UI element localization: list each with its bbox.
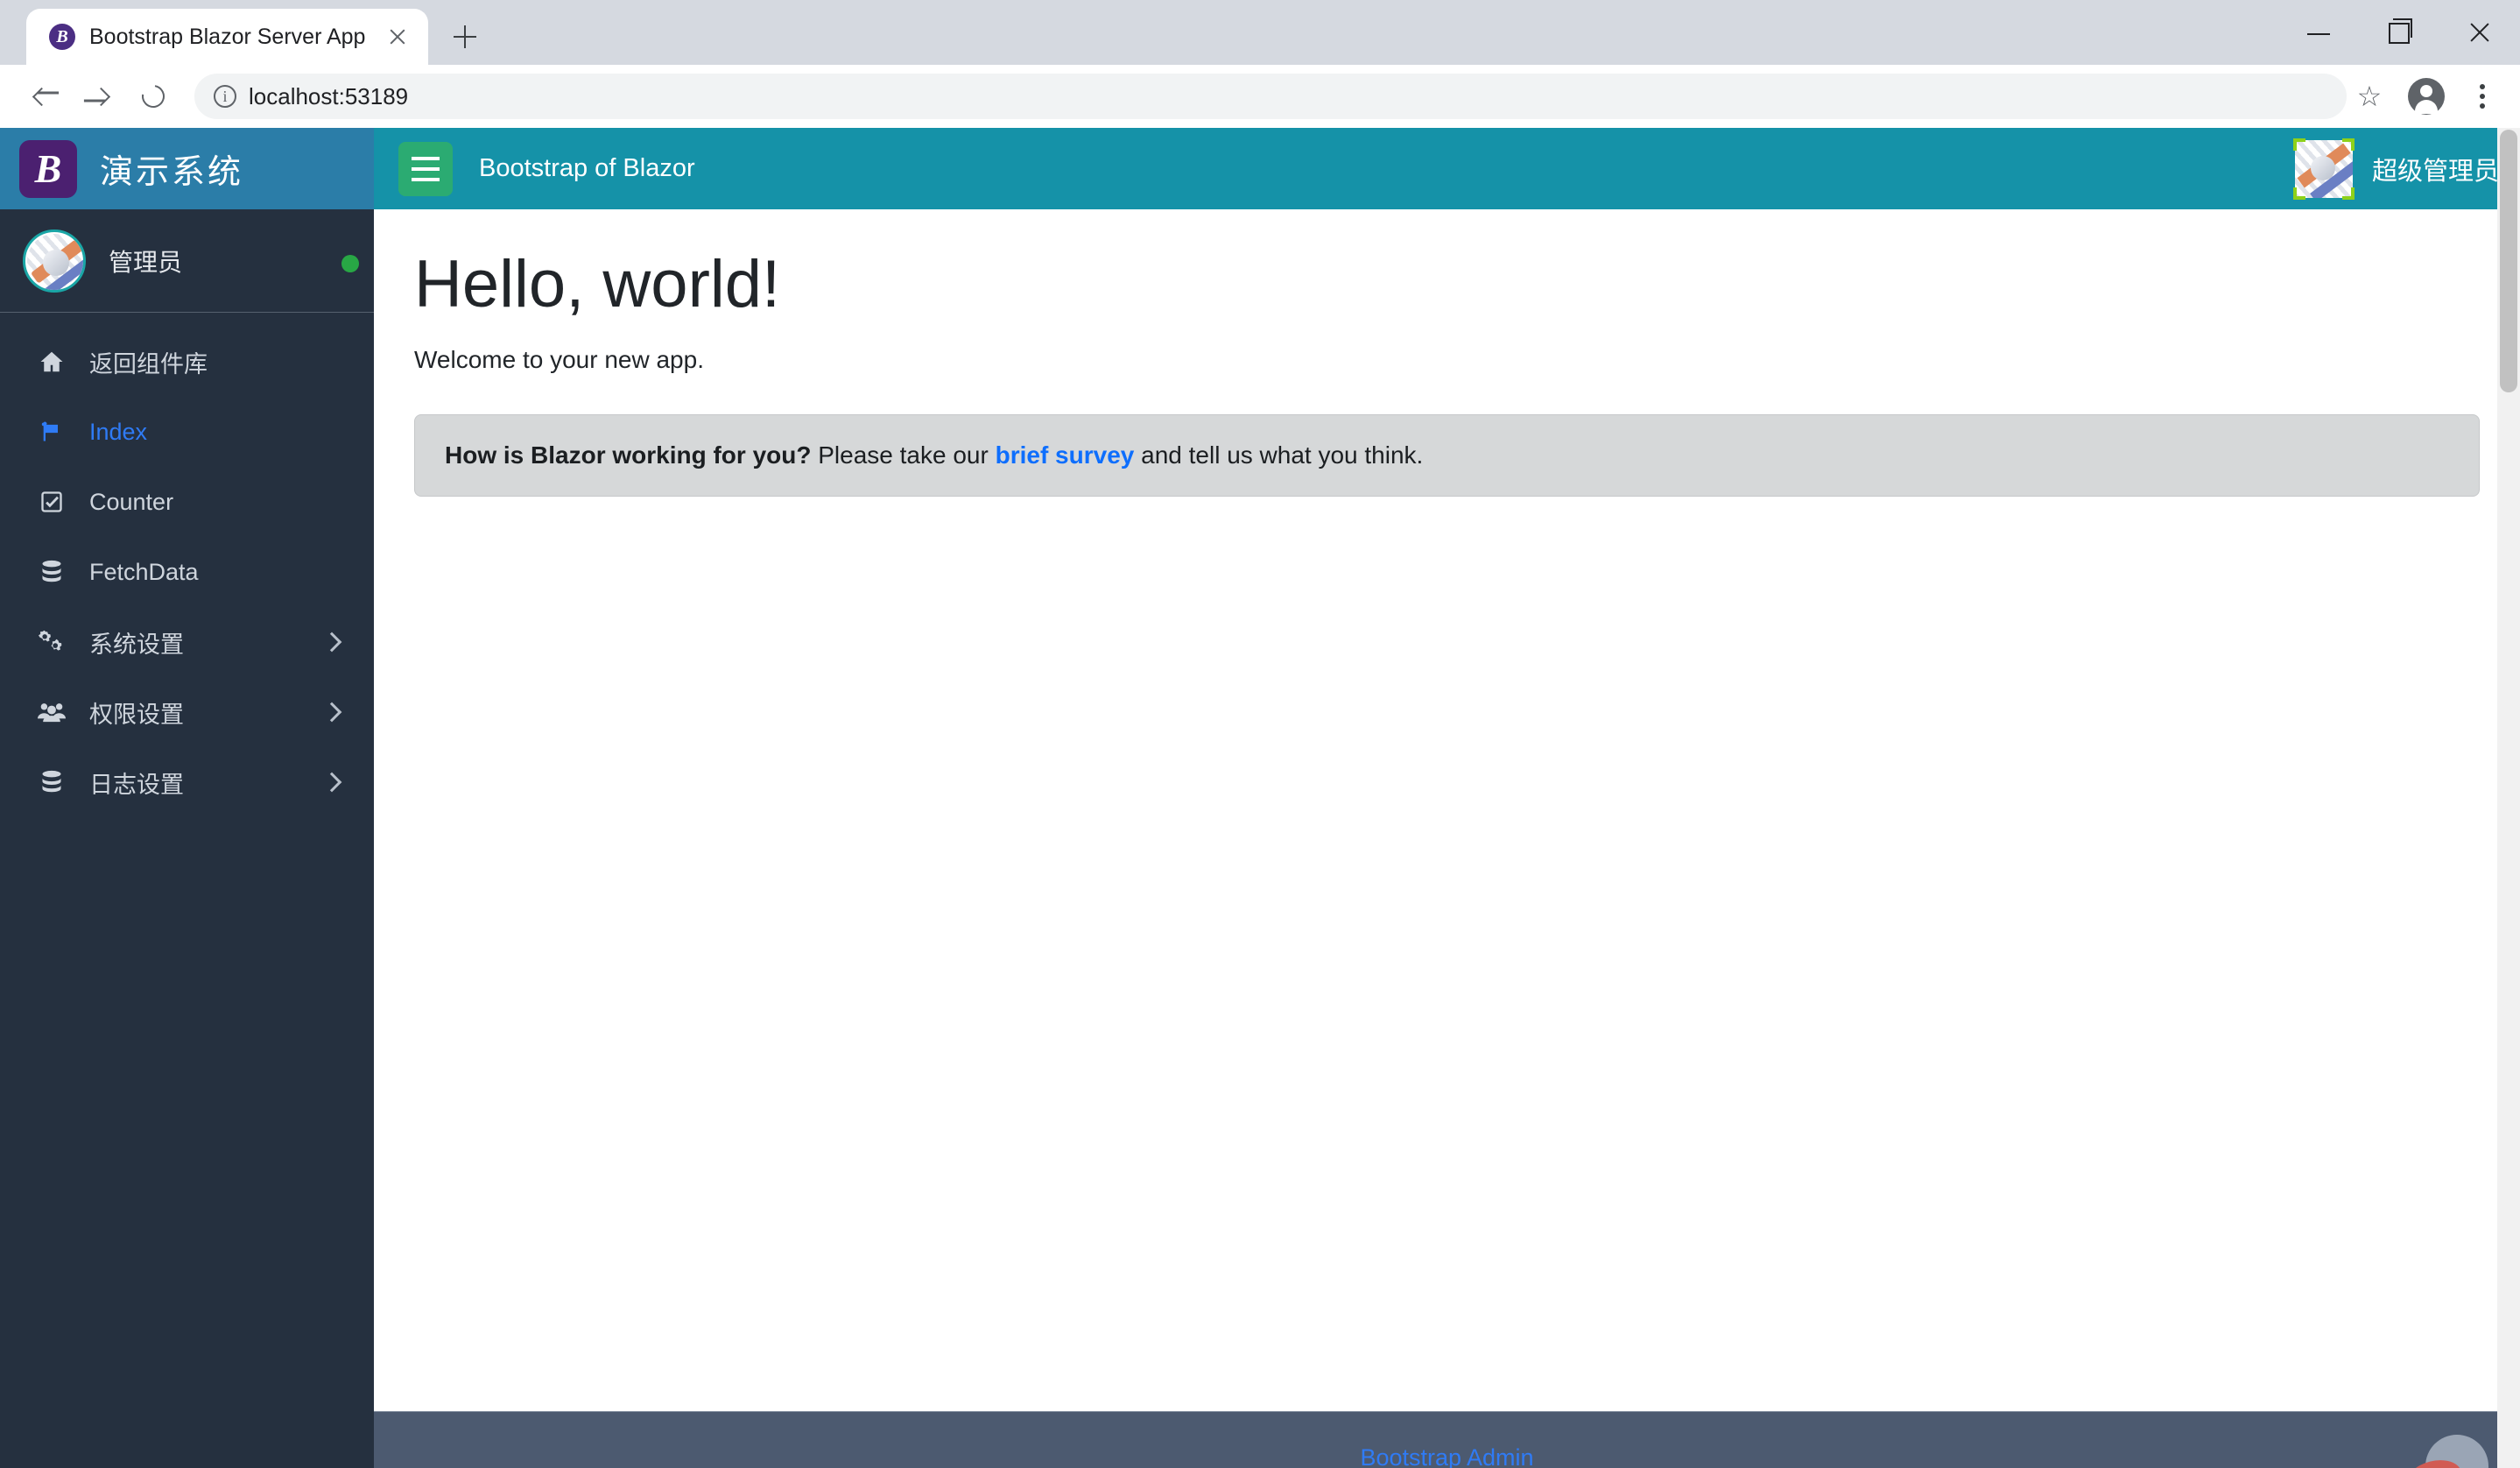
page-title: Hello, world! (414, 247, 781, 321)
window-controls (2278, 0, 2520, 65)
browser-toolbar: i localhost:53189 ☆ (0, 65, 2520, 128)
survey-alert: How is Blazor working for you? Please ta… (414, 413, 2480, 497)
avatar (23, 229, 86, 293)
navbar-title: Bootstrap of Blazor (479, 154, 695, 182)
sidebar: B 演示系统 管理员 返回组件库 Index Counter FetchData… (0, 128, 374, 1468)
sidebar-brand[interactable]: B 演示系统 (0, 128, 374, 209)
tab-title: Bootstrap Blazor Server App (89, 24, 366, 49)
avatar (2292, 138, 2355, 200)
sidebar-item-label: FetchData (89, 558, 199, 585)
brief-survey-link[interactable]: brief survey (996, 441, 1135, 469)
chevron-right-icon (321, 702, 342, 723)
sidebar-item-label: Index (89, 418, 148, 445)
forward-button[interactable] (74, 71, 124, 122)
survey-alert-strong: How is Blazor working for you? (445, 441, 812, 469)
top-navbar: Bootstrap of Blazor 超级管理员 (374, 128, 2520, 209)
minimize-icon[interactable] (2278, 0, 2359, 65)
main-panel: Bootstrap of Blazor 超级管理员 Hello, world! … (374, 128, 2520, 1468)
navbar-user-menu[interactable]: 超级管理员 (2292, 138, 2499, 200)
sidebar-item-label: 返回组件库 (89, 350, 208, 378)
sidebar-item-label: 日志设置 (89, 771, 184, 798)
url-text[interactable]: localhost:53189 (249, 83, 408, 110)
scrollbar-thumb[interactable] (2500, 130, 2517, 392)
tab-strip: B Bootstrap Blazor Server App (0, 0, 2520, 65)
navbar-username: 超级管理员 (2371, 157, 2499, 186)
flag-icon (37, 420, 67, 444)
arrow-left-icon (32, 87, 52, 107)
sidebar-user-panel[interactable]: 管理员 (0, 209, 374, 313)
database-icon (37, 560, 67, 584)
sidebar-menu: 返回组件库 Index Counter FetchData 系统设置 权限设置 … (0, 313, 374, 817)
survey-alert-text-after: and tell us what you think. (1134, 441, 1424, 469)
reload-icon (137, 80, 170, 113)
page-subtitle: Welcome to your new app. (414, 345, 704, 373)
brand-title: 演示系统 (100, 154, 244, 191)
survey-alert-text-before: Please take our (811, 441, 996, 469)
sidebar-item-fetchdata[interactable]: FetchData (0, 537, 374, 607)
sidebar-item-index[interactable]: Index (0, 397, 374, 467)
page-scrollbar[interactable] (2497, 128, 2520, 1468)
hamburger-menu-icon[interactable] (398, 141, 453, 196)
restore-icon[interactable] (2359, 0, 2439, 65)
scroll-to-top-button[interactable] (2425, 1435, 2488, 1468)
star-icon[interactable]: ☆ (2350, 77, 2389, 116)
plus-icon[interactable] (442, 14, 488, 60)
check-square-icon (37, 490, 67, 514)
close-icon[interactable] (2439, 0, 2520, 65)
blazor-logo-icon: B (19, 139, 77, 198)
back-button[interactable] (19, 71, 70, 122)
sidebar-username: 管理员 (109, 248, 183, 276)
browser-window: B Bootstrap Blazor Server App i localhos… (0, 0, 2520, 1468)
sidebar-item-counter[interactable]: Counter (0, 467, 374, 537)
blazor-logo-icon: B (49, 24, 75, 50)
address-bar[interactable]: i localhost:53189 (194, 74, 2347, 119)
cogs-icon (37, 630, 67, 654)
sidebar-item-component-library[interactable]: 返回组件库 (0, 327, 374, 397)
account-circle-icon[interactable] (2408, 78, 2445, 115)
sidebar-item-system-settings[interactable]: 系统设置 (0, 607, 374, 677)
page-content: Hello, world! Welcome to your new app. H… (374, 209, 2520, 1411)
page-footer: Bootstrap Admin (374, 1411, 2520, 1468)
sidebar-item-log-settings[interactable]: 日志设置 (0, 747, 374, 817)
users-icon (37, 701, 67, 723)
sidebar-item-label: 系统设置 (89, 631, 184, 658)
chevron-right-icon (321, 772, 342, 793)
application-area: B 演示系统 管理员 返回组件库 Index Counter FetchData… (0, 128, 2520, 1468)
sidebar-item-label: Counter (89, 488, 174, 515)
close-icon[interactable] (379, 18, 416, 55)
chevron-right-icon (321, 632, 342, 653)
sidebar-item-label: 权限设置 (89, 701, 184, 728)
home-icon (37, 349, 67, 375)
database-icon (37, 770, 67, 794)
kebab-menu-icon[interactable] (2464, 75, 2501, 117)
arrow-right-icon (91, 87, 111, 107)
online-status-dot (341, 255, 359, 272)
reload-button[interactable] (128, 71, 179, 122)
browser-tab[interactable]: B Bootstrap Blazor Server App (26, 9, 429, 65)
sidebar-item-permission-settings[interactable]: 权限设置 (0, 677, 374, 747)
info-circle-icon[interactable]: i (214, 85, 236, 108)
footer-text[interactable]: Bootstrap Admin (1360, 1412, 1533, 1468)
